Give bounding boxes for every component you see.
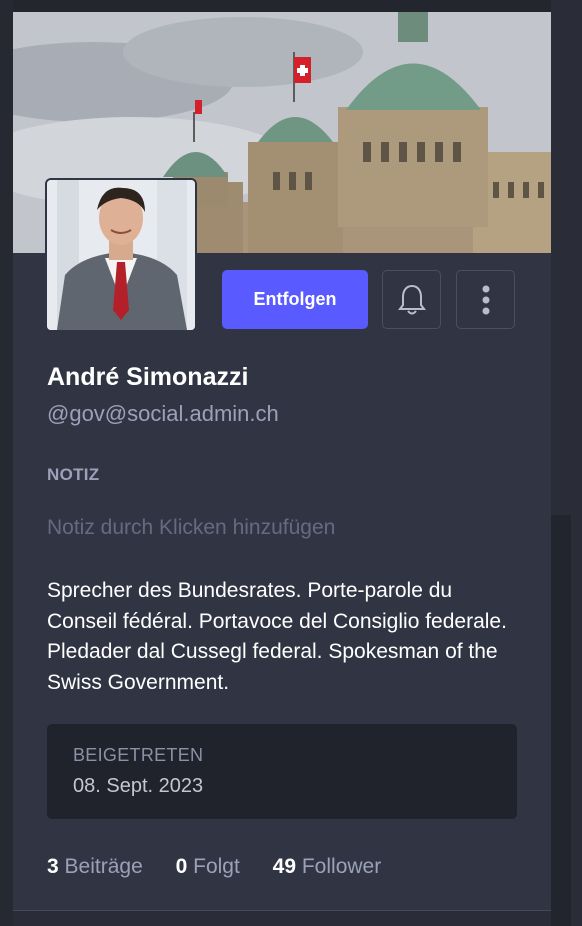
- more-options-button[interactable]: [456, 270, 515, 329]
- avatar-photo: [47, 180, 195, 330]
- profile-stats: 3 Beiträge 0 Folgt 49 Follower: [47, 855, 408, 879]
- stat-following-count: 0: [175, 855, 188, 878]
- bell-icon: [397, 284, 426, 314]
- stat-followers[interactable]: 49 Follower: [273, 855, 382, 879]
- profile-bio: Sprecher des Bundesrates. Porte-parole d…: [47, 579, 507, 694]
- stat-following-label: Folgt: [193, 855, 240, 878]
- stat-posts-count: 3: [47, 855, 59, 878]
- stat-followers-count: 49: [272, 855, 297, 878]
- joined-date: 08. Sept. 2023: [73, 775, 204, 797]
- display-name: André Simonazzi: [47, 363, 249, 391]
- profile-avatar[interactable]: [45, 178, 197, 332]
- stat-followers-label: Follower: [301, 855, 382, 878]
- scrollbar-track[interactable]: [551, 515, 571, 926]
- unfollow-button[interactable]: Entfolgen: [222, 270, 368, 329]
- note-label: NOTIZ: [47, 465, 100, 484]
- account-handle[interactable]: @gov@social.admin.ch: [47, 401, 279, 427]
- joined-label: BEIGETRETEN: [73, 745, 204, 765]
- bottom-strip: [13, 911, 551, 926]
- stat-posts-label: Beiträge: [64, 855, 143, 878]
- top-strip: [0, 0, 582, 12]
- notify-button[interactable]: [382, 270, 441, 329]
- stat-posts[interactable]: 3 Beiträge: [47, 855, 143, 879]
- joined-info-box: BEIGETRETEN 08. Sept. 2023: [47, 724, 517, 819]
- note-input[interactable]: Notiz durch Klicken hinzufügen: [47, 516, 335, 540]
- left-strip: [0, 0, 13, 926]
- more-vertical-icon: [482, 285, 489, 314]
- stat-following[interactable]: 0 Folgt: [176, 855, 240, 879]
